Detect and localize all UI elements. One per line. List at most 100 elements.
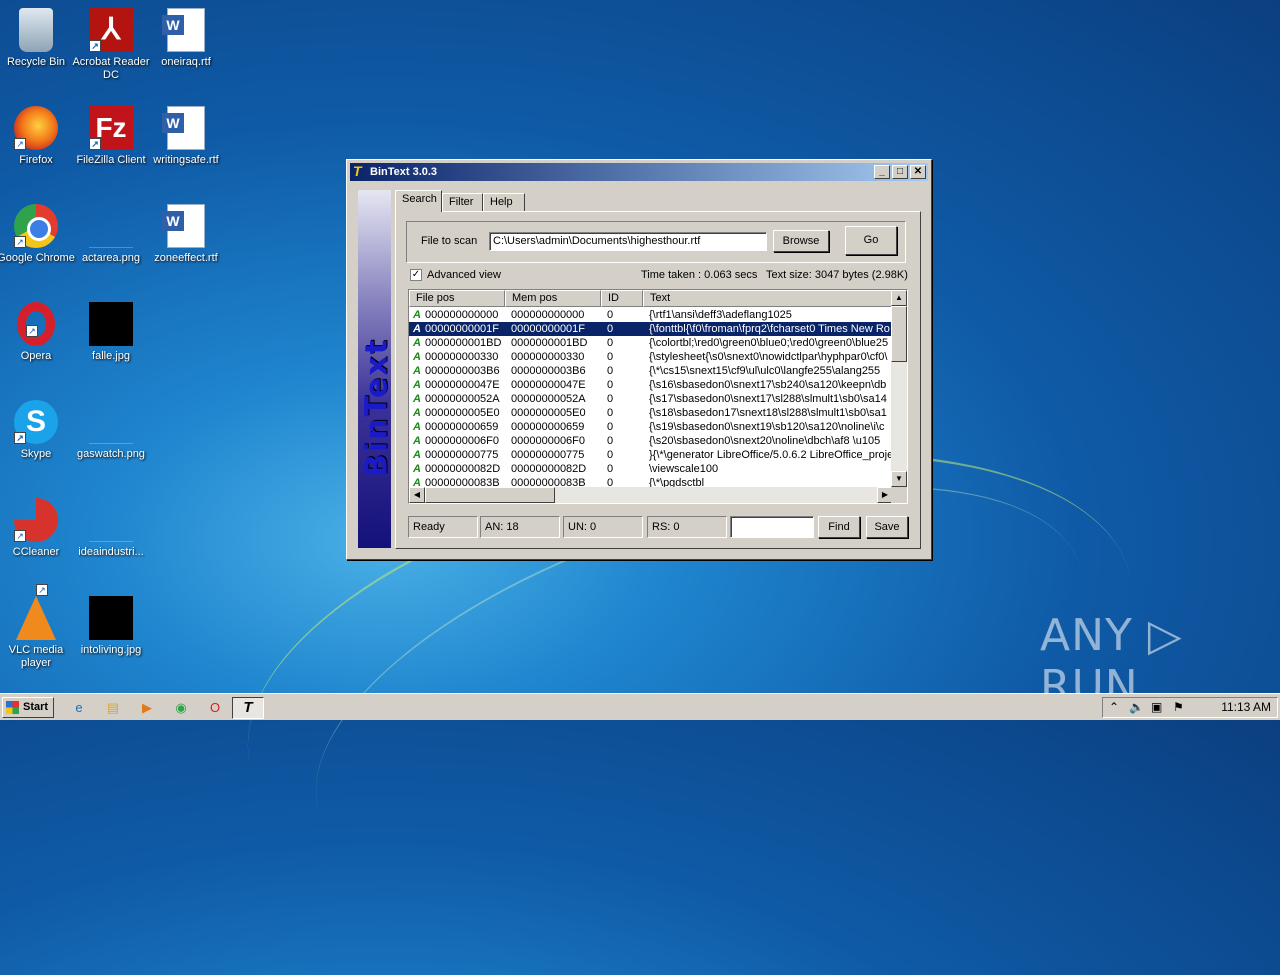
vertical-scroll-thumb[interactable] [891,306,907,362]
text-size: Text size: 3047 bytes (2.98K) [766,269,908,281]
table-row[interactable]: A 0000000006F0 0000000006F0 0 {\s20\sbasedon… [409,434,893,448]
desktop-icon-label: writingsafe.rtf [153,154,219,166]
word-document-icon: W [162,8,205,52]
maximize-button[interactable]: □ [892,165,908,179]
cell-mem-pos: 0000000006F0 [511,435,586,447]
tab-help[interactable]: Help [483,193,525,212]
table-row[interactable]: A 00000000052A 00000000052A 0 {\s17\sbasedon… [409,392,893,406]
vertical-scrollbar[interactable]: ▲ ▼ [891,290,907,487]
start-button[interactable]: Start [2,697,54,718]
desktop-icon[interactable]: falle.jpg [69,302,153,363]
desktop-icon[interactable]: ↗ Opera [0,302,78,363]
desktop-icon-label: Skype [20,448,52,460]
table-row[interactable]: A 000000000775 000000000775 0}{\*\generator… [409,448,893,462]
save-button[interactable]: Save [866,516,908,538]
desktop-icon[interactable]: Recycle Bin [0,8,78,69]
table-row[interactable]: A 0000000001BD 0000000001BD 0 {\colortbl;\re… [409,336,893,350]
table-row[interactable]: A 0000000003B6 0000000003B6 0 {\*\cs15\snext… [409,364,893,378]
advanced-view-checkbox[interactable]: ✓ [410,269,422,281]
file-path-input[interactable]: C:\Users\admin\Documents\highesthour.rtf [489,232,767,251]
desktop-icon[interactable]: Woneiraq.rtf [144,8,228,69]
desktop-icon[interactable]: Wzoneeffect.rtf [144,204,228,265]
table-row[interactable]: A 000000000659 000000000659 0 {\s19\sbasedon… [409,420,893,434]
cell-text: {\s16\sbasedon0\snext17\sb240\sa120\keep… [649,379,887,391]
word-document-icon: W [162,106,205,150]
scroll-left-arrow-icon[interactable]: ◀ [409,487,425,503]
start-label: Start [23,701,49,713]
explorer-icon[interactable]: ▤ [104,699,122,717]
minimize-button[interactable]: _ [874,165,890,179]
window-title: BinText 3.0.3 [370,166,438,178]
action-center-flag-icon[interactable]: ⚑ [1173,700,1184,715]
show-hidden-icons-icon[interactable]: ⌃ [1109,700,1119,715]
desktop-icon[interactable]: Wwritingsafe.rtf [144,106,228,167]
cell-text: {\s20\sbasedon0\snext20\noline\dbch\af8 … [649,435,881,447]
bintext-task-button[interactable]: T [232,697,264,719]
clock[interactable]: 11:13 AM [1221,700,1271,715]
network-icon[interactable]: ▣ [1151,700,1162,715]
cell-mem-pos: 00000000047E [511,379,586,391]
ccleaner-icon: ↗ [14,498,58,542]
chrome-icon: ↗ [14,204,58,248]
desktop-icon[interactable]: intoliving.jpg [69,596,153,657]
word-document-icon: W [162,204,205,248]
column-header-file-pos[interactable]: File pos [409,290,505,307]
title-bar[interactable]: T BinText 3.0.3 _ □ ✕ [350,163,928,181]
tab-filter[interactable]: Filter [442,193,483,212]
results-list[interactable]: File pos Mem pos ID Text A 000000000000 00… [408,289,908,504]
desktop-icon-label: Firefox [19,154,53,166]
horizontal-scrollbar[interactable]: ◀ ▶ [409,487,893,503]
desktop-icon[interactable]: ↗ CCleaner [0,498,78,559]
column-header-id[interactable]: ID [601,290,643,307]
skype-icon: S ↗ [14,400,58,444]
desktop-icon[interactable]: ↗ VLC media player [0,584,78,670]
internet-explorer-icon[interactable]: e [70,699,88,717]
shortcut-arrow-icon: ↗ [14,432,26,444]
table-row[interactable]: A 000000000000 000000000000 0 {\rtf1\ansi\de… [409,308,893,322]
desktop-icon-label: zoneeffect.rtf [154,252,218,264]
ansi-type-icon: A [413,351,421,363]
horizontal-scroll-thumb[interactable] [425,487,555,503]
desktop-icon[interactable]: Fz ↗ FileZilla Client [69,106,153,167]
image-thumbnail-icon [89,596,133,640]
go-button[interactable]: Go [845,226,897,255]
column-header-mem-pos[interactable]: Mem pos [505,290,601,307]
browse-button[interactable]: Browse [773,230,829,252]
table-row[interactable]: A 00000000082D 00000000082D 0 \viewscale100 [409,462,893,476]
desktop-icon[interactable]: ↗ Google Chrome [0,204,78,265]
find-button[interactable]: Find [818,516,860,538]
desktop-icon[interactable]: ideaindustri... [69,498,153,559]
table-row[interactable]: A 000000000330 000000000330 0 {\stylesheet{\… [409,350,893,364]
tab-search[interactable]: Search [395,190,442,212]
desktop-icon[interactable]: gaswatch.png [69,400,153,461]
scroll-down-arrow-icon[interactable]: ▼ [891,471,907,487]
cell-text: {\colortbl;\red0\green0\blue0;\red0\gree… [649,337,889,349]
table-row[interactable]: A 00000000001F 00000000001F 0 {\fonttbl{\f0\… [409,322,893,336]
shortcut-arrow-icon: ↗ [89,138,101,150]
cell-mem-pos: 000000000000 [511,309,585,321]
table-row[interactable]: A 0000000005E0 0000000005E0 0 {\s18\sbasedon… [409,406,893,420]
volume-icon[interactable]: 🔈 [1129,700,1144,715]
shortcut-arrow-icon: ↗ [14,236,26,248]
desktop-icon[interactable]: S ↗ Skype [0,400,78,461]
find-input[interactable] [730,516,814,538]
desktop-icon[interactable]: ⅄ ↗ Acrobat Reader DC [69,8,153,82]
cell-id: 0 [607,309,614,321]
cell-id: 0 [607,407,614,419]
table-row[interactable]: A 00000000047E 00000000047E 0 {\s16\sbasedon… [409,378,893,392]
cell-file-pos: 0000000005E0 [425,407,500,419]
opera-icon[interactable]: O [206,699,224,717]
chrome-icon[interactable]: ◉ [172,699,190,717]
cell-file-pos: 0000000006F0 [425,435,500,447]
cell-id: 0 [607,435,614,447]
cell-text: {\*\cs15\snext15\cf9\ul\ulc0\langfe255\a… [649,365,881,377]
desktop-icon-label: Recycle Bin [6,56,66,68]
cell-text: {\s17\sbasedon0\snext17\sl288\slmult1\sb… [649,393,887,405]
close-button[interactable]: ✕ [910,165,926,179]
desktop-icon[interactable]: actarea.png [69,204,153,265]
scroll-up-arrow-icon[interactable]: ▲ [891,290,907,306]
system-tray: ⌃ 🔈 ▣ ⚑ 11:13 AM [1102,697,1278,718]
desktop-icon[interactable]: ↗ Firefox [0,106,78,167]
column-header-text[interactable]: Text [643,290,893,307]
media-player-icon[interactable]: ▶ [138,699,156,717]
